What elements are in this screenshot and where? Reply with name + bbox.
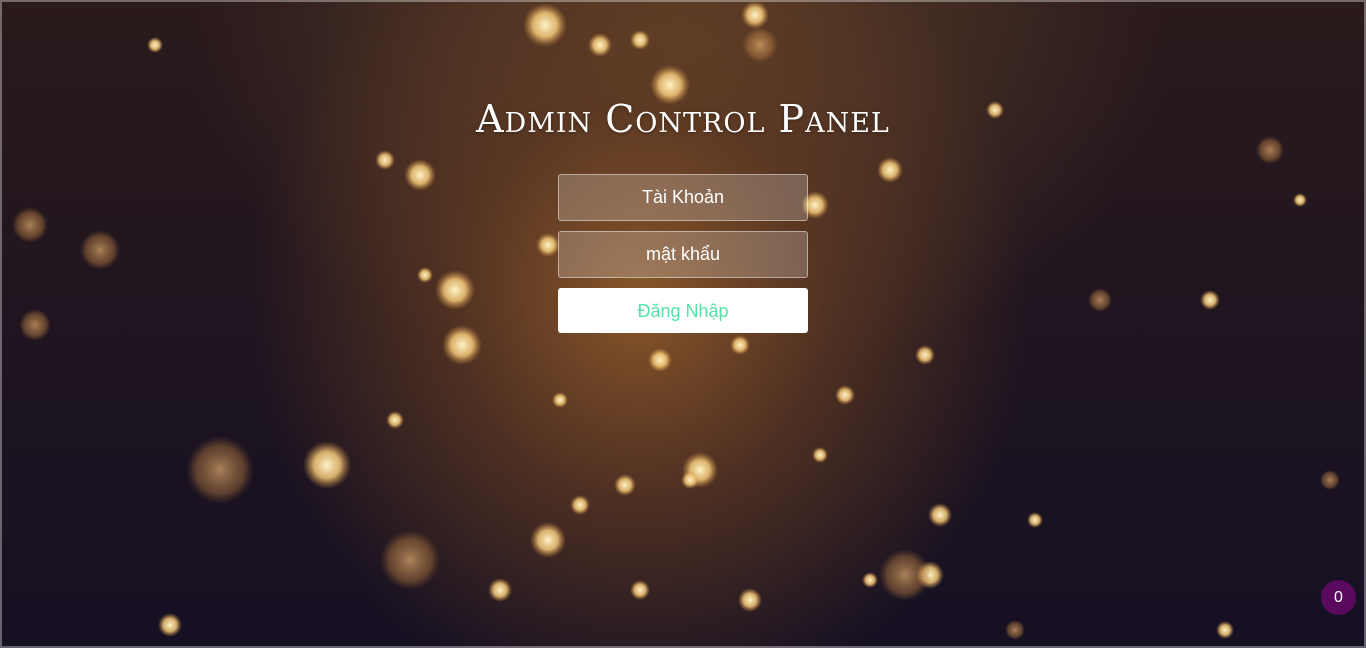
bokeh-light [1005, 620, 1025, 640]
bokeh-light [386, 411, 404, 429]
bokeh-light [19, 309, 51, 341]
bokeh-light [614, 474, 636, 496]
bokeh-light [523, 3, 567, 47]
bokeh-light [630, 30, 650, 50]
bokeh-light [588, 33, 612, 57]
bokeh-light [1216, 621, 1234, 639]
bokeh-light [147, 37, 163, 53]
bokeh-light [741, 1, 769, 29]
bokeh-light [928, 503, 952, 527]
bokeh-light [812, 447, 828, 463]
bokeh-light [1320, 470, 1340, 490]
bokeh-light [835, 385, 855, 405]
bokeh-light [738, 588, 762, 612]
bokeh-light [1200, 290, 1220, 310]
bokeh-light [730, 335, 750, 355]
bokeh-light [879, 549, 931, 601]
bokeh-light [186, 436, 254, 504]
bokeh-light [1293, 193, 1307, 207]
bokeh-light [862, 572, 878, 588]
bokeh-light [1027, 512, 1043, 528]
bokeh-light [536, 233, 560, 257]
username-input[interactable] [558, 174, 808, 221]
password-input[interactable] [558, 231, 808, 278]
bokeh-light [12, 207, 48, 243]
bokeh-light [648, 348, 672, 372]
bokeh-light [303, 441, 351, 489]
login-button[interactable]: Đăng Nhập [558, 288, 808, 333]
bokeh-light [380, 530, 440, 590]
bokeh-light [1088, 288, 1112, 312]
bokeh-light [488, 578, 512, 602]
bokeh-light [158, 613, 182, 637]
bokeh-light [742, 27, 778, 63]
bokeh-light [570, 495, 590, 515]
bokeh-light [915, 345, 935, 365]
bokeh-light [417, 267, 433, 283]
notification-badge[interactable]: 0 [1321, 580, 1356, 615]
page-title: Admin Control Panel [476, 97, 890, 141]
bokeh-light [435, 270, 475, 310]
bokeh-light [80, 230, 120, 270]
bokeh-light [630, 580, 650, 600]
bokeh-light [552, 392, 568, 408]
bokeh-light [404, 159, 436, 191]
bokeh-light [530, 522, 566, 558]
bokeh-light [877, 157, 903, 183]
bokeh-light [442, 325, 482, 365]
bokeh-light [681, 471, 699, 489]
bokeh-light [375, 150, 395, 170]
